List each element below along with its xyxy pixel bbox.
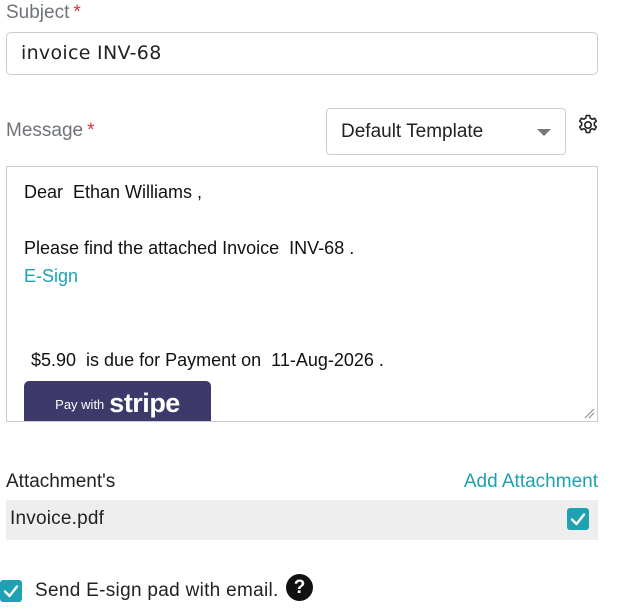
checkmark-icon — [570, 513, 586, 526]
esign-link[interactable]: E-Sign — [24, 266, 78, 287]
required-marker: * — [87, 120, 95, 141]
chevron-down-icon — [537, 129, 551, 136]
resize-handle-icon[interactable] — [583, 407, 595, 419]
required-marker: * — [73, 2, 81, 23]
subject-input[interactable]: invoice INV-68 — [6, 32, 598, 75]
payment-due-line: $5.90 is due for Payment on 11-Aug-2026 … — [26, 350, 384, 370]
pay-with-stripe-button[interactable]: Pay with stripe — [24, 381, 211, 421]
add-attachment-link[interactable]: Add Attachment — [464, 471, 598, 493]
stripe-button-prefix: Pay with — [55, 396, 105, 412]
invoice-line: Please find the attached Invoice INV-68 … — [24, 238, 355, 258]
message-label-text: Message — [6, 120, 84, 141]
subject-label-text: Subject — [6, 2, 70, 23]
subject-input-value: invoice INV-68 — [21, 42, 162, 64]
gear-icon[interactable] — [576, 113, 600, 137]
message-editor[interactable]: Dear Ethan Williams , Please find the at… — [6, 166, 598, 422]
question-circle-icon[interactable]: ? — [286, 574, 313, 601]
checkmark-icon — [3, 585, 19, 598]
message-label: Message * — [6, 120, 95, 142]
attachment-row: Invoice.pdf — [6, 500, 598, 540]
esign-pad-checkbox[interactable] — [0, 580, 22, 602]
attachment-name: Invoice.pdf — [10, 508, 105, 529]
attachments-label: Attachment's — [6, 471, 116, 492]
template-select-value: Default Template — [341, 121, 484, 142]
template-select[interactable]: Default Template — [326, 108, 566, 155]
attachment-checkbox[interactable] — [567, 508, 589, 530]
esign-pad-label: Send E-sign pad with email. — [35, 580, 279, 601]
stripe-logo-text: stripe — [109, 387, 180, 418]
greeting-line: Dear Ethan Williams , — [24, 182, 203, 202]
subject-label: Subject * — [6, 2, 81, 24]
